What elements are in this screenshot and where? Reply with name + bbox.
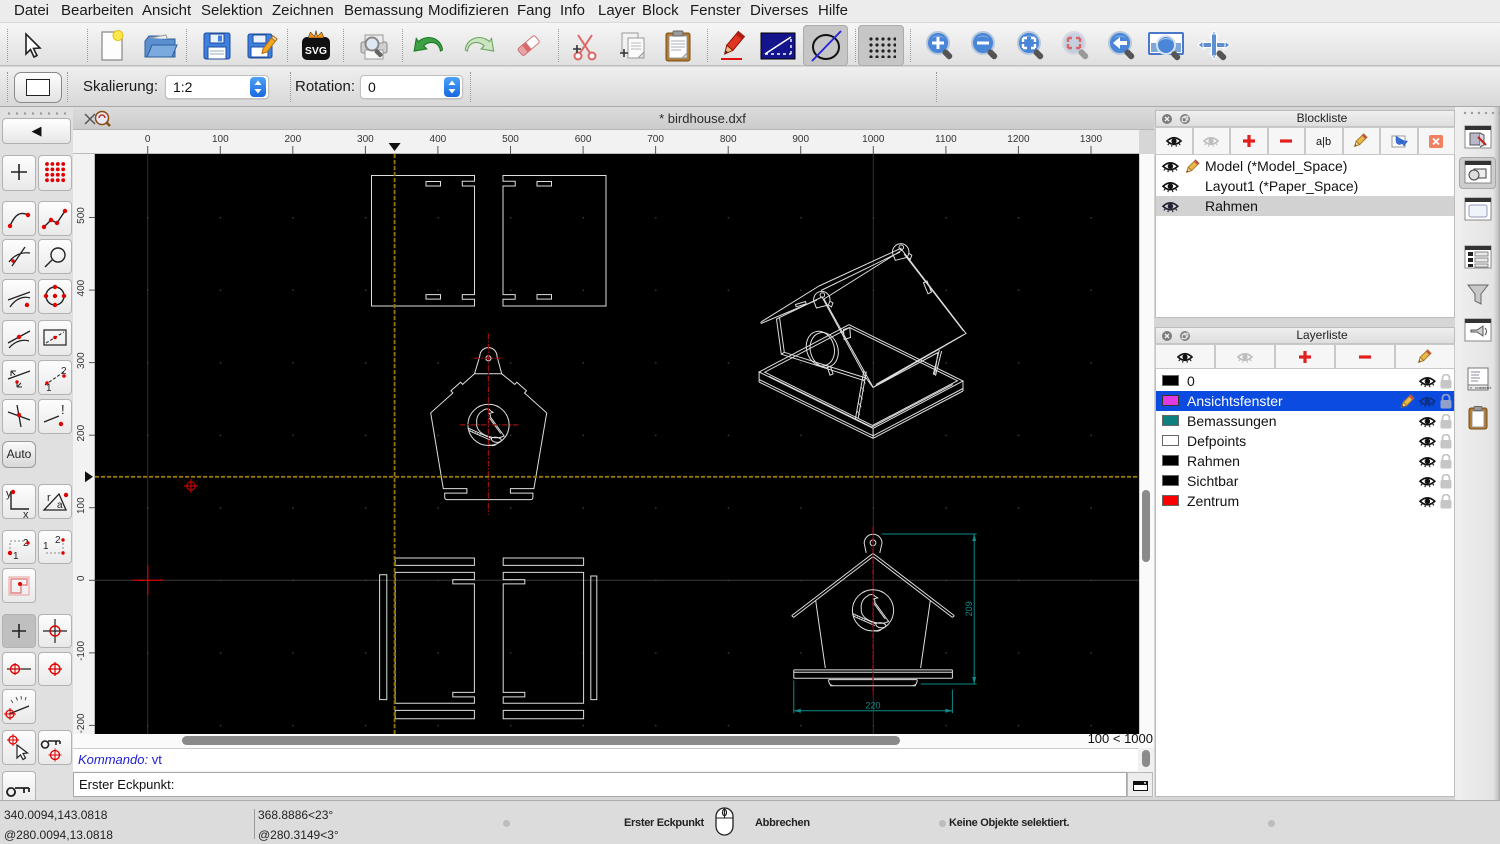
- svg-text:220: 220: [865, 701, 880, 711]
- svg-text:x: x: [23, 509, 29, 518]
- svg-text:y: y: [6, 488, 12, 500]
- svg-text:-200: -200: [76, 713, 87, 733]
- svg-text:300: 300: [357, 134, 374, 145]
- svg-text:400: 400: [76, 279, 87, 296]
- svg-text:SVG: SVG: [305, 45, 327, 57]
- svg-text:a: a: [57, 500, 63, 511]
- svg-text:0: 0: [76, 575, 87, 581]
- svg-text:100: 100: [76, 497, 87, 514]
- svg-text:c comment: c comment: [1470, 387, 1492, 391]
- svg-text:1: 1: [13, 551, 19, 562]
- svg-text:1000: 1000: [862, 134, 885, 145]
- svg-text:209: 209: [964, 601, 974, 616]
- svg-text:300: 300: [76, 352, 87, 369]
- svg-text:!: !: [61, 402, 65, 417]
- svg-text:200: 200: [76, 424, 87, 441]
- svg-text:600: 600: [575, 134, 592, 145]
- svg-text:400: 400: [430, 134, 447, 145]
- svg-text:200: 200: [284, 134, 301, 145]
- svg-text:-100: -100: [76, 640, 87, 660]
- svg-text:1300: 1300: [1080, 134, 1103, 145]
- svg-text:1200: 1200: [1007, 134, 1030, 145]
- svg-text:2: 2: [55, 535, 61, 546]
- svg-text:1: 1: [43, 541, 49, 552]
- svg-text:900: 900: [792, 134, 809, 145]
- svg-text:100: 100: [212, 134, 229, 145]
- svg-text:r: r: [47, 492, 51, 504]
- svg-text:1100: 1100: [935, 134, 957, 145]
- svg-text:700: 700: [647, 134, 664, 145]
- svg-text:a|b: a|b: [1316, 136, 1331, 148]
- svg-text:500: 500: [502, 134, 519, 145]
- svg-text:500: 500: [76, 207, 87, 224]
- svg-text:0: 0: [145, 134, 151, 145]
- svg-text:800: 800: [720, 134, 737, 145]
